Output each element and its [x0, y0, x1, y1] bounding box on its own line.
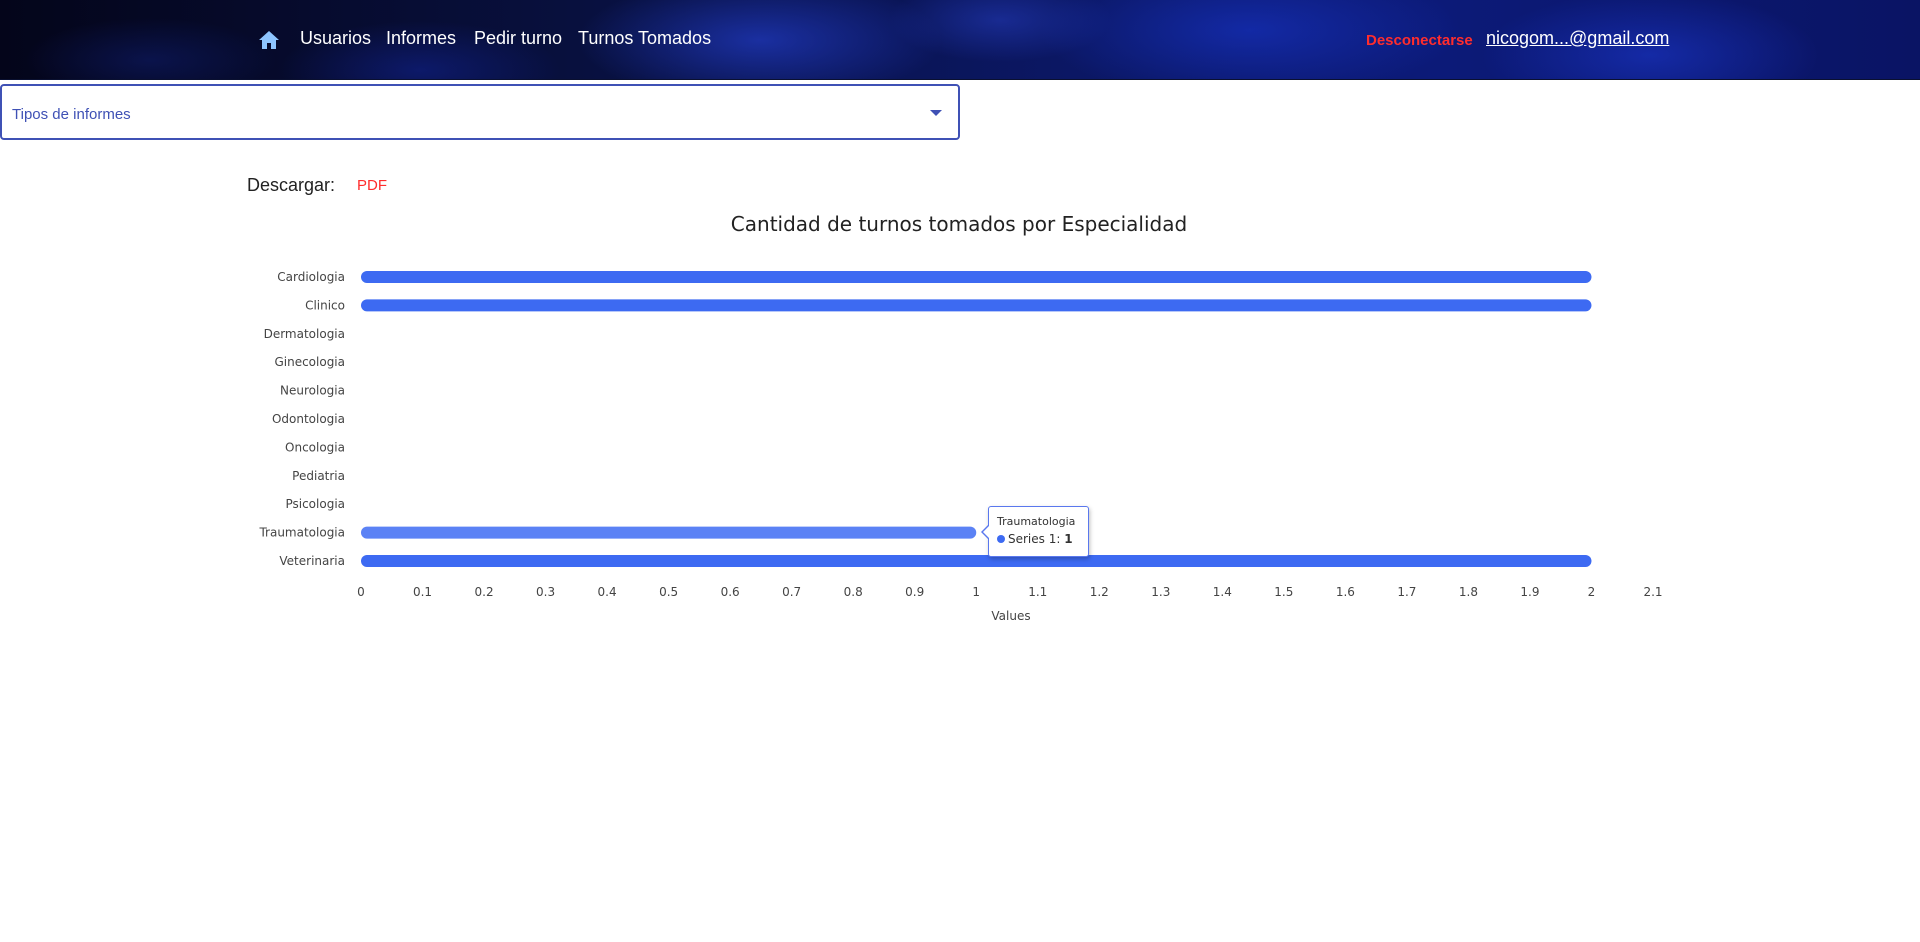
bar[interactable] [361, 526, 977, 539]
x-tick-label: 1.3 [1151, 585, 1170, 599]
nav-turnos-tomados-link[interactable]: Turnos Tomados [578, 28, 711, 49]
series-dot-icon [997, 535, 1005, 543]
x-tick-label: 0.2 [475, 585, 494, 599]
home-icon[interactable] [258, 30, 280, 50]
y-tick-label: Pediatria [292, 469, 345, 483]
y-tick-label: Traumatologia [258, 526, 345, 540]
y-tick-label: Veterinaria [279, 554, 345, 568]
x-tick-label: 0.7 [782, 585, 801, 599]
x-tick-label: 2.1 [1643, 585, 1662, 599]
x-tick-label: 0.6 [721, 585, 740, 599]
chevron-down-icon[interactable] [930, 110, 942, 116]
y-tick-label: Clinico [305, 298, 345, 312]
x-tick-label: 1 [972, 585, 980, 599]
y-tick-label: Neurologia [280, 384, 345, 398]
x-tick-label: 0.4 [598, 585, 617, 599]
chart-tooltip: Traumatologia Series 1: 1 [981, 506, 1089, 557]
x-tick-label: 1.2 [1090, 585, 1109, 599]
x-tick-label: 0.3 [536, 585, 555, 599]
nav-informes-link[interactable]: Informes [386, 28, 456, 49]
x-tick-label: 0.8 [844, 585, 863, 599]
user-email-link[interactable]: nicogom...@gmail.com [1486, 28, 1669, 49]
x-tick-label: 1.1 [1028, 585, 1047, 599]
pdf-download-button[interactable]: PDF [357, 177, 387, 194]
x-tick-label: 2 [1588, 585, 1596, 599]
x-tick-label: 1.9 [1520, 585, 1539, 599]
chart-title: Cantidad de turnos tomados por Especiali… [731, 212, 1187, 236]
y-tick-label: Oncologia [285, 440, 345, 454]
x-tick-label: 0 [357, 585, 365, 599]
y-tick-label: Cardiologia [277, 270, 345, 284]
x-tick-label: 0.5 [659, 585, 678, 599]
x-tick-label: 0.9 [905, 585, 924, 599]
tooltip-value: 1 [1064, 532, 1073, 546]
x-tick-label: 1.5 [1274, 585, 1293, 599]
x-tick-label: 1.8 [1459, 585, 1478, 599]
x-tick-label: 1.4 [1213, 585, 1232, 599]
logout-button[interactable]: Desconectarse [1366, 32, 1473, 49]
y-tick-label: Ginecologia [274, 355, 345, 369]
y-tick-label: Odontologia [272, 412, 345, 426]
x-tick-label: 1.7 [1397, 585, 1416, 599]
x-tick-label: 1.6 [1336, 585, 1355, 599]
bar[interactable] [361, 555, 1592, 567]
specialty-bar-chart: Cantidad de turnos tomados por Especiali… [258, 212, 1662, 623]
nav-pedir-turno-link[interactable]: Pedir turno [474, 28, 562, 49]
x-axis-label: Values [991, 609, 1030, 623]
bar[interactable] [361, 299, 1592, 312]
nav-usuarios-link[interactable]: Usuarios [300, 28, 371, 49]
download-label: Descargar: [247, 175, 336, 195]
y-tick-label: Psicologia [285, 497, 345, 511]
tooltip-series-name: Series 1 [1008, 532, 1057, 546]
top-navbar: Usuarios Informes Pedir turno Turnos Tom… [0, 0, 1920, 80]
x-tick-label: 0.1 [413, 585, 432, 599]
report-type-select[interactable]: Tipos de informes [0, 84, 960, 140]
y-tick-label: Dermatologia [264, 327, 345, 341]
report-type-select-label: Tipos de informes [12, 106, 131, 123]
tooltip-category: Traumatologia [997, 515, 1076, 528]
bar[interactable] [361, 271, 1592, 283]
tooltip-series-row: Series 1: 1 [997, 532, 1080, 546]
